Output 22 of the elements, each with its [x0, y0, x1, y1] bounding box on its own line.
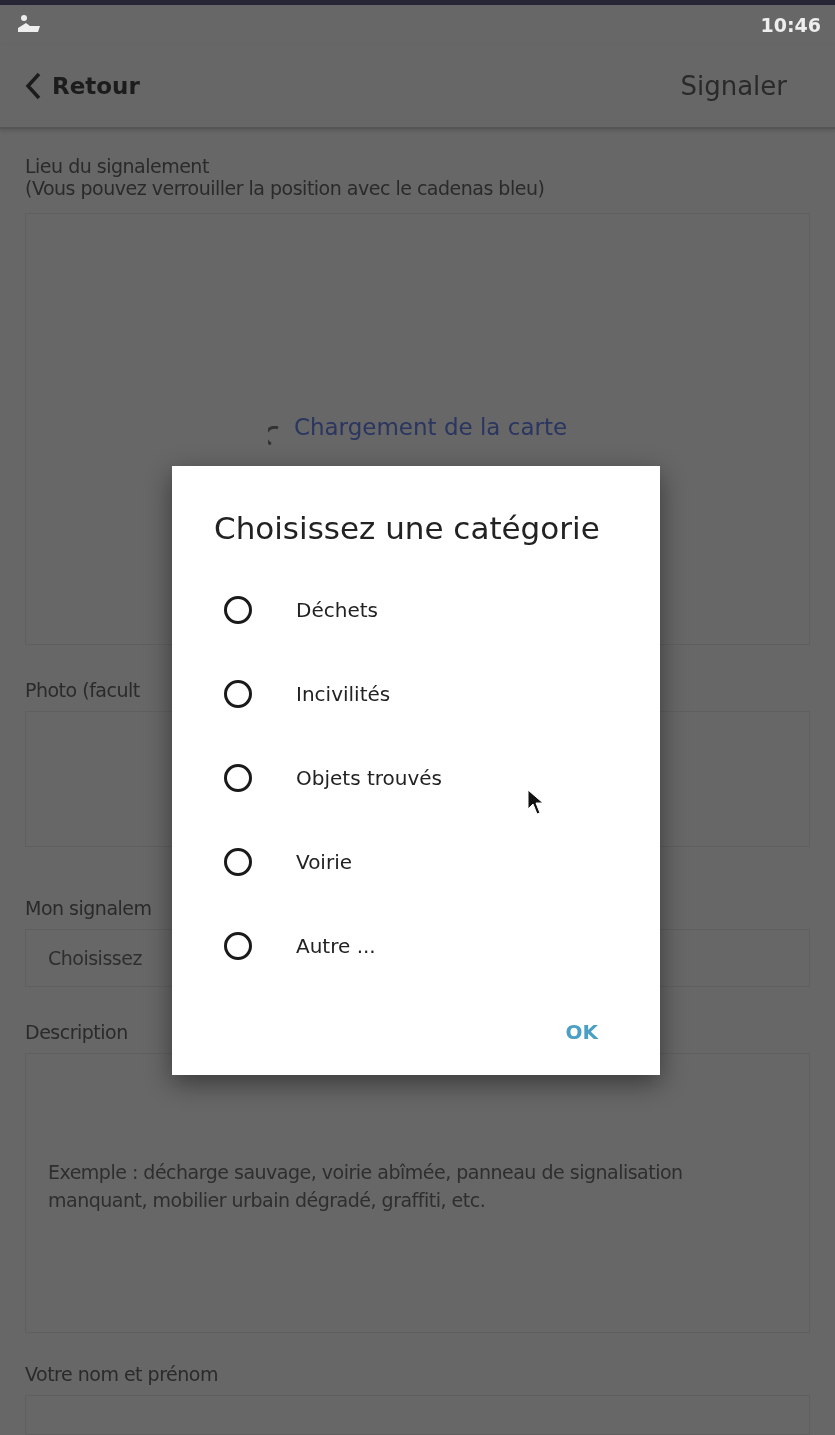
location-hint: (Vous pouvez verrouiller la position avec le cadenas bleu) — [25, 177, 545, 199]
radio-button[interactable] — [224, 596, 252, 624]
mouse-pointer-icon — [527, 789, 545, 817]
option-label[interactable]: Autre ... — [296, 934, 376, 958]
map-loading-text: Chargement de la carte — [293, 414, 568, 440]
back-chevron-icon — [24, 71, 42, 102]
option-label[interactable]: Objets trouvés — [296, 766, 442, 790]
radio-button[interactable] — [224, 848, 252, 876]
report-label: Mon signalem — [25, 897, 152, 919]
option-label[interactable]: Incivilités — [296, 682, 391, 706]
option-label[interactable]: Déchets — [296, 598, 378, 622]
description-label: Description — [25, 1021, 128, 1043]
spinner-icon — [267, 426, 280, 446]
photo-label: Photo (facult — [25, 679, 140, 701]
name-label: Votre nom et prénom — [25, 1363, 218, 1385]
radio-button[interactable] — [224, 764, 252, 792]
dialog-title: Choisissez une catégorie — [214, 510, 601, 546]
location-label: Lieu du signalement — [25, 155, 209, 177]
radio-button[interactable] — [224, 932, 252, 960]
option-label[interactable]: Voirie — [296, 850, 352, 874]
status-time: 10:46 — [760, 14, 821, 37]
radio-button[interactable] — [224, 680, 252, 708]
